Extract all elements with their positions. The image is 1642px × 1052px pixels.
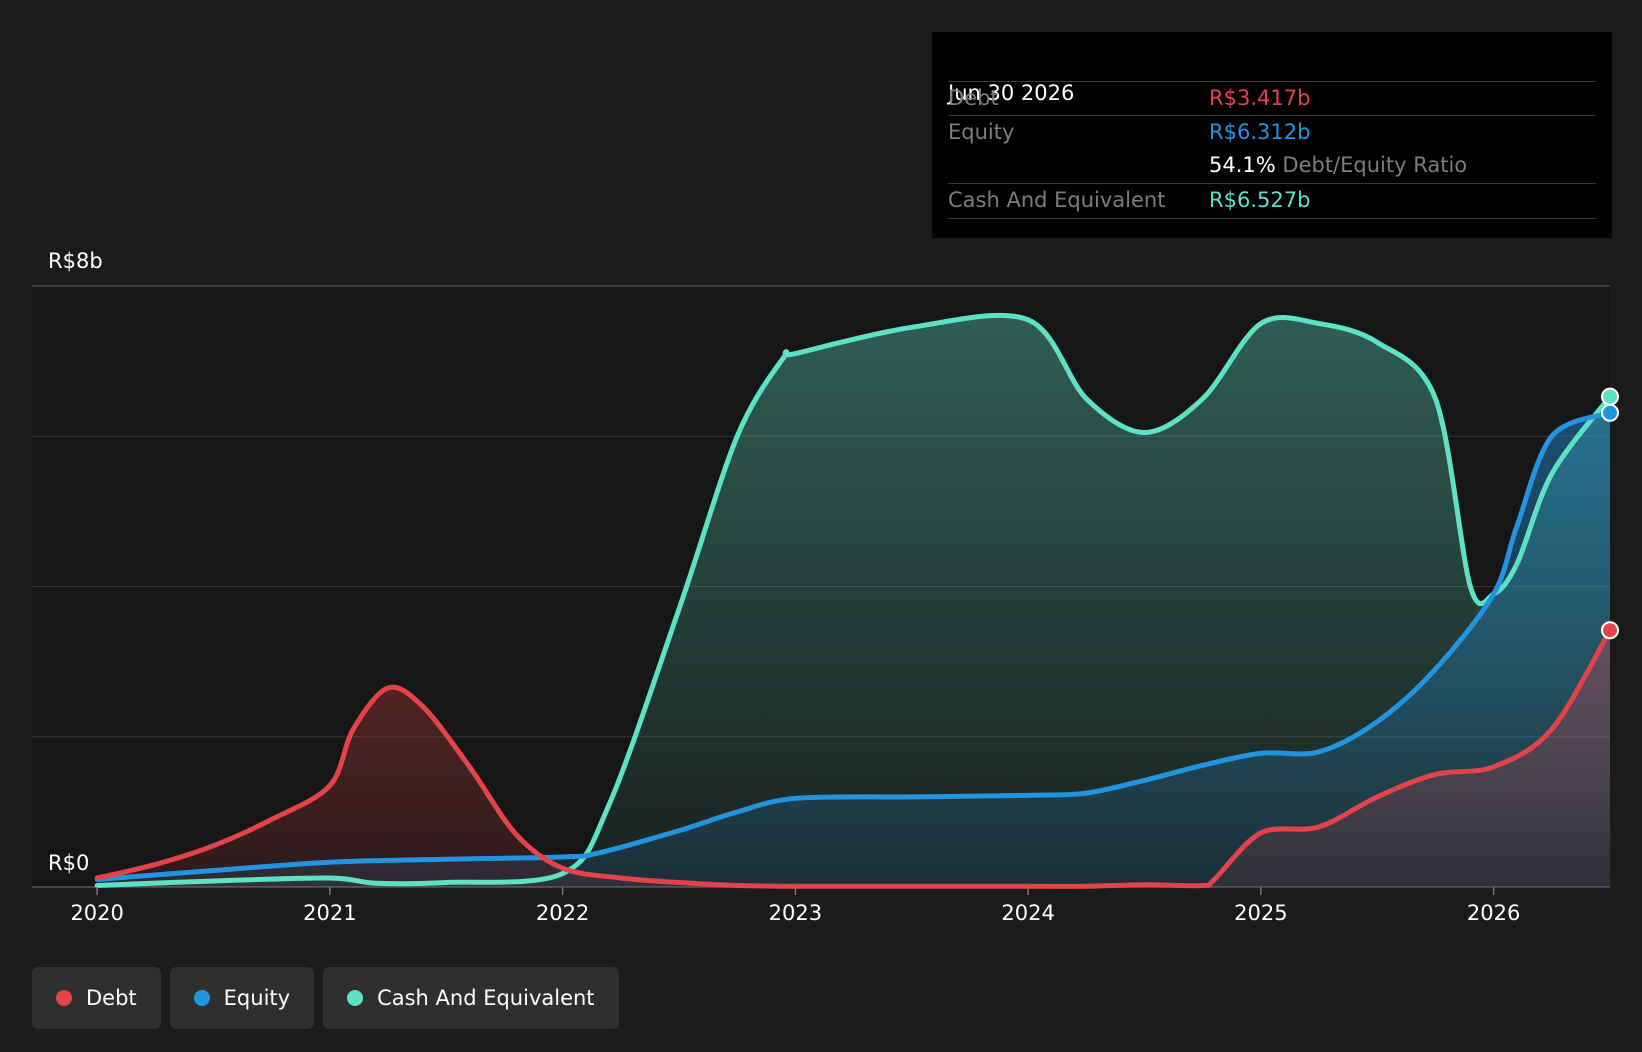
x-axis-ticks: 2020 2021 2022 2023 2024 2025 2026: [70, 887, 1520, 925]
legend-item-cash[interactable]: Cash And Equivalent: [323, 967, 619, 1029]
tooltip-ratio-value: 54.1%: [1209, 153, 1276, 177]
y-axis-top-label: R$8b: [48, 249, 103, 273]
x-tick-label: 2023: [769, 901, 822, 925]
tooltip-debt-label: Debt: [948, 86, 999, 110]
x-tick-label: 2022: [536, 901, 589, 925]
tooltip-ratio-label: Debt/Equity Ratio: [1282, 153, 1468, 177]
x-tick-label: 2024: [1001, 901, 1054, 925]
legend-item-debt[interactable]: Debt: [32, 967, 161, 1029]
legend-label-cash: Cash And Equivalent: [377, 986, 595, 1010]
tooltip-row-debt: Debt R$3.417b: [948, 81, 1596, 116]
tooltip-row-equity: Equity R$6.312b: [948, 115, 1596, 150]
cash-and-equivalent-endpoint[interactable]: [1601, 387, 1619, 406]
x-tick-label: 2025: [1234, 901, 1287, 925]
tooltip-row-cash: Cash And Equivalent R$6.527b: [948, 183, 1596, 219]
tooltip-cash-label: Cash And Equivalent: [948, 188, 1166, 212]
tooltip-ratio: 54.1% Debt/Equity Ratio: [1209, 153, 1467, 177]
debt-endpoint[interactable]: [1601, 621, 1619, 640]
tooltip-row-ratio: 54.1% Debt/Equity Ratio: [948, 149, 1596, 183]
legend-dot-equity: [193, 990, 210, 1006]
x-tick-label: 2026: [1467, 901, 1520, 925]
y-axis-bottom-label: R$0: [48, 851, 90, 875]
chart-legend: Debt Equity Cash And Equivalent: [32, 967, 619, 1029]
tooltip-debt-value: R$3.417b: [1209, 86, 1311, 110]
tooltip-cash-value: R$6.527b: [1209, 188, 1311, 212]
legend-dot-debt: [56, 990, 72, 1006]
x-tick-label: 2020: [70, 901, 123, 925]
legend-label-equity: Equity: [223, 986, 291, 1010]
legend-dot-cash: [347, 990, 364, 1006]
legend-item-equity[interactable]: Equity: [169, 967, 315, 1029]
tooltip-equity-label: Equity: [948, 120, 1015, 144]
legend-label-debt: Debt: [86, 986, 137, 1010]
x-tick-label: 2021: [303, 901, 356, 925]
equity-endpoint[interactable]: [1601, 403, 1619, 422]
tooltip-equity-value: R$6.312b: [1209, 120, 1311, 144]
data-tooltip: Jun 30 2026 Debt R$3.417b Equity R$6.312…: [932, 32, 1612, 238]
